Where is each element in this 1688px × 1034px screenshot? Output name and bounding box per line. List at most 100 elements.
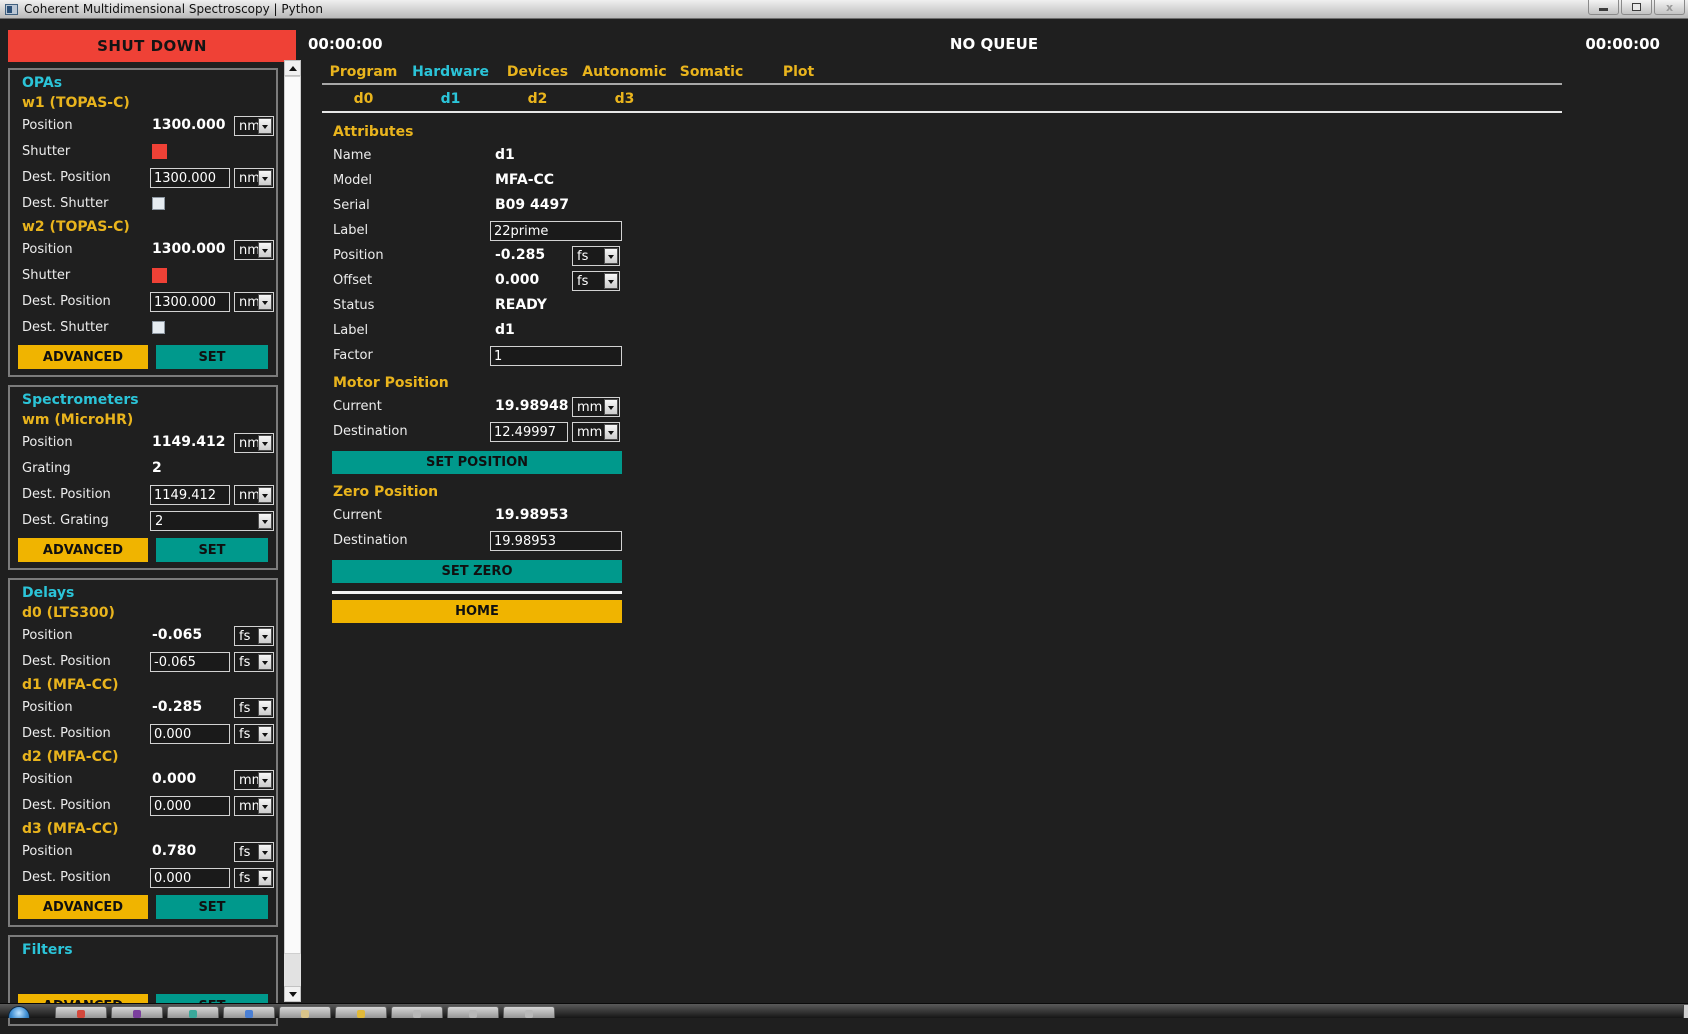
taskbar-app-button[interactable] [447,1006,499,1018]
dest-position-unit-select[interactable]: mm [234,796,274,816]
destination-unit-select[interactable]: mm [572,422,620,442]
tab-hardware[interactable]: Hardware [407,62,494,82]
dest-position-input[interactable] [150,796,230,816]
tab-devices[interactable]: Devices [494,62,581,82]
show-desktop-button[interactable] [1683,1005,1688,1018]
row-dest-position: Dest. Positionfs [10,865,276,891]
chevron-down-icon[interactable] [604,424,618,440]
position-unit-select-value: fs [239,701,250,716]
taskbar-app-button[interactable] [167,1006,219,1018]
advanced-button[interactable]: ADVANCED [18,345,148,369]
scroll-up-icon[interactable] [284,60,301,76]
factor-input[interactable] [490,346,622,366]
dest-position-unit-select[interactable]: nm [234,168,274,188]
position-unit-select[interactable]: fs [234,698,274,718]
taskbar-app-button[interactable] [391,1006,443,1018]
dest-position-unit-select[interactable]: fs [234,724,274,744]
chevron-down-icon[interactable] [258,294,272,310]
row-dest-position: Dest. Positionmm [10,793,276,819]
offset-unit-select[interactable]: fs [572,271,620,291]
position-value: 1300.000 [152,117,226,133]
destination-input[interactable] [490,531,622,551]
chevron-down-icon[interactable] [258,487,272,503]
hardware-sidebar: OPAsw1 (TOPAS-C)Position1300.000nmShutte… [8,68,278,1034]
set-button[interactable]: SET [156,895,268,919]
chevron-down-icon[interactable] [258,844,272,860]
dest-position-input[interactable] [150,724,230,744]
chevron-down-icon[interactable] [258,242,272,258]
chevron-down-icon[interactable] [258,118,272,134]
taskbar-app-button[interactable] [279,1006,331,1018]
chevron-down-icon[interactable] [258,170,272,186]
tab-plot[interactable]: Plot [755,62,842,82]
dest-position-input[interactable] [150,292,230,312]
chevron-down-icon[interactable] [604,248,618,264]
tab-program[interactable]: Program [320,62,407,82]
dest-position-unit-select-value: nm [239,171,260,186]
taskbar-app-button[interactable] [55,1006,107,1018]
dest-position-input[interactable] [150,652,230,672]
close-button[interactable]: x [1654,0,1685,15]
dest-shutter-checkbox[interactable] [152,197,165,210]
set-button[interactable]: SET [156,345,268,369]
dest-position-input[interactable] [150,868,230,888]
tab-somatic[interactable]: Somatic [668,62,755,82]
advanced-button[interactable]: ADVANCED [18,895,148,919]
chevron-down-icon[interactable] [258,513,272,529]
taskbar-app-button[interactable] [503,1006,555,1018]
restore-button[interactable] [1621,0,1652,15]
set-button[interactable]: SET [156,538,268,562]
chevron-down-icon[interactable] [258,726,272,742]
position-unit-select[interactable]: fs [234,626,274,646]
chevron-down-icon[interactable] [604,399,618,415]
advanced-button[interactable]: ADVANCED [18,538,148,562]
chevron-down-icon[interactable] [258,654,272,670]
dest-position-unit-select[interactable]: fs [234,652,274,672]
current-unit-select[interactable]: mm [572,397,620,417]
device-tab-d3[interactable]: d3 [581,89,668,109]
set-position-button[interactable]: SET POSITION [332,451,622,474]
chevron-down-icon[interactable] [258,628,272,644]
position-unit-select[interactable]: nm [234,116,274,136]
position-unit-select[interactable]: nm [234,433,274,453]
destination-input[interactable] [490,422,568,442]
chevron-down-icon[interactable] [258,772,272,788]
dest-position-label: Dest. Position [22,726,111,741]
chevron-down-icon[interactable] [258,798,272,814]
position-unit-select-value: fs [239,629,250,644]
chevron-down-icon[interactable] [258,700,272,716]
dest-grating-select[interactable]: 2 [150,511,274,531]
taskbar-app-button[interactable] [335,1006,387,1018]
position-unit-select[interactable]: mm [234,770,274,790]
taskbar-app-button[interactable] [111,1006,163,1018]
offset-label: Offset [333,273,372,288]
start-button-icon[interactable] [8,1006,30,1018]
dest-position-input[interactable] [150,168,230,188]
device-tab-d0[interactable]: d0 [320,89,407,109]
position-unit-select[interactable]: fs [234,842,274,862]
dest-position-unit-select[interactable]: fs [234,868,274,888]
taskbar-app-button[interactable] [223,1006,275,1018]
dest-position-unit-select[interactable]: nm [234,485,274,505]
shut-down-button[interactable]: SHUT DOWN [8,30,296,62]
home-button[interactable]: HOME [332,600,622,623]
label-input[interactable] [490,221,622,241]
device-tab-d2[interactable]: d2 [494,89,581,109]
position-value: 1149.412 [152,434,226,450]
sidebar-scrollbar[interactable] [284,60,301,1002]
scroll-down-icon[interactable] [284,986,301,1002]
set-zero-button[interactable]: SET ZERO [332,560,622,583]
position-unit-select[interactable]: nm [234,240,274,260]
chevron-down-icon[interactable] [604,273,618,289]
chevron-down-icon[interactable] [258,435,272,451]
minimize-button[interactable] [1588,0,1619,15]
tab-autonomic[interactable]: Autonomic [581,62,668,82]
dest-position-unit-select[interactable]: nm [234,292,274,312]
chevron-down-icon[interactable] [258,870,272,886]
dest-shutter-checkbox[interactable] [152,321,165,334]
scrollbar-thumb[interactable] [284,76,301,954]
dest-position-label: Dest. Position [22,487,111,502]
position-unit-select[interactable]: fs [572,246,620,266]
device-tab-d1[interactable]: d1 [407,89,494,109]
dest-position-input[interactable] [150,485,230,505]
